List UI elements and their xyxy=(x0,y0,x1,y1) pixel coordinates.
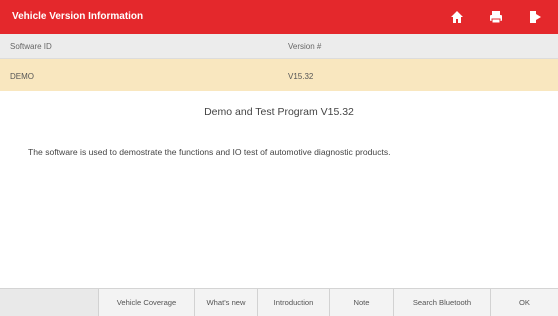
column-header-version: Version # xyxy=(288,42,322,51)
program-description: The software is used to demostrate the f… xyxy=(28,147,391,157)
software-id-cell: DEMO xyxy=(10,72,34,81)
exit-icon[interactable] xyxy=(526,8,544,26)
ok-button[interactable]: OK xyxy=(490,289,558,316)
column-header-software-id: Software ID xyxy=(10,42,52,51)
home-icon[interactable] xyxy=(448,8,466,26)
version-cell: V15.32 xyxy=(288,72,314,81)
introduction-button[interactable]: Introduction xyxy=(257,289,329,316)
title-bar: Vehicle Version Information xyxy=(0,0,558,34)
program-title: Demo and Test Program V15.32 xyxy=(204,106,354,118)
page-title: Vehicle Version Information xyxy=(12,11,144,22)
table-header-row: Software ID Version # xyxy=(0,34,558,59)
bottom-toolbar: Vehicle Coverage What's new Introduction… xyxy=(0,288,558,316)
note-button[interactable]: Note xyxy=(329,289,393,316)
whats-new-button[interactable]: What's new xyxy=(194,289,257,316)
vehicle-coverage-button[interactable]: Vehicle Coverage xyxy=(98,289,194,316)
table-row[interactable]: DEMO V15.32 xyxy=(0,59,558,91)
search-bluetooth-button[interactable]: Search Bluetooth xyxy=(393,289,490,316)
print-icon[interactable] xyxy=(487,8,505,26)
app-window: Vehicle Version Information Software ID … xyxy=(0,0,558,316)
